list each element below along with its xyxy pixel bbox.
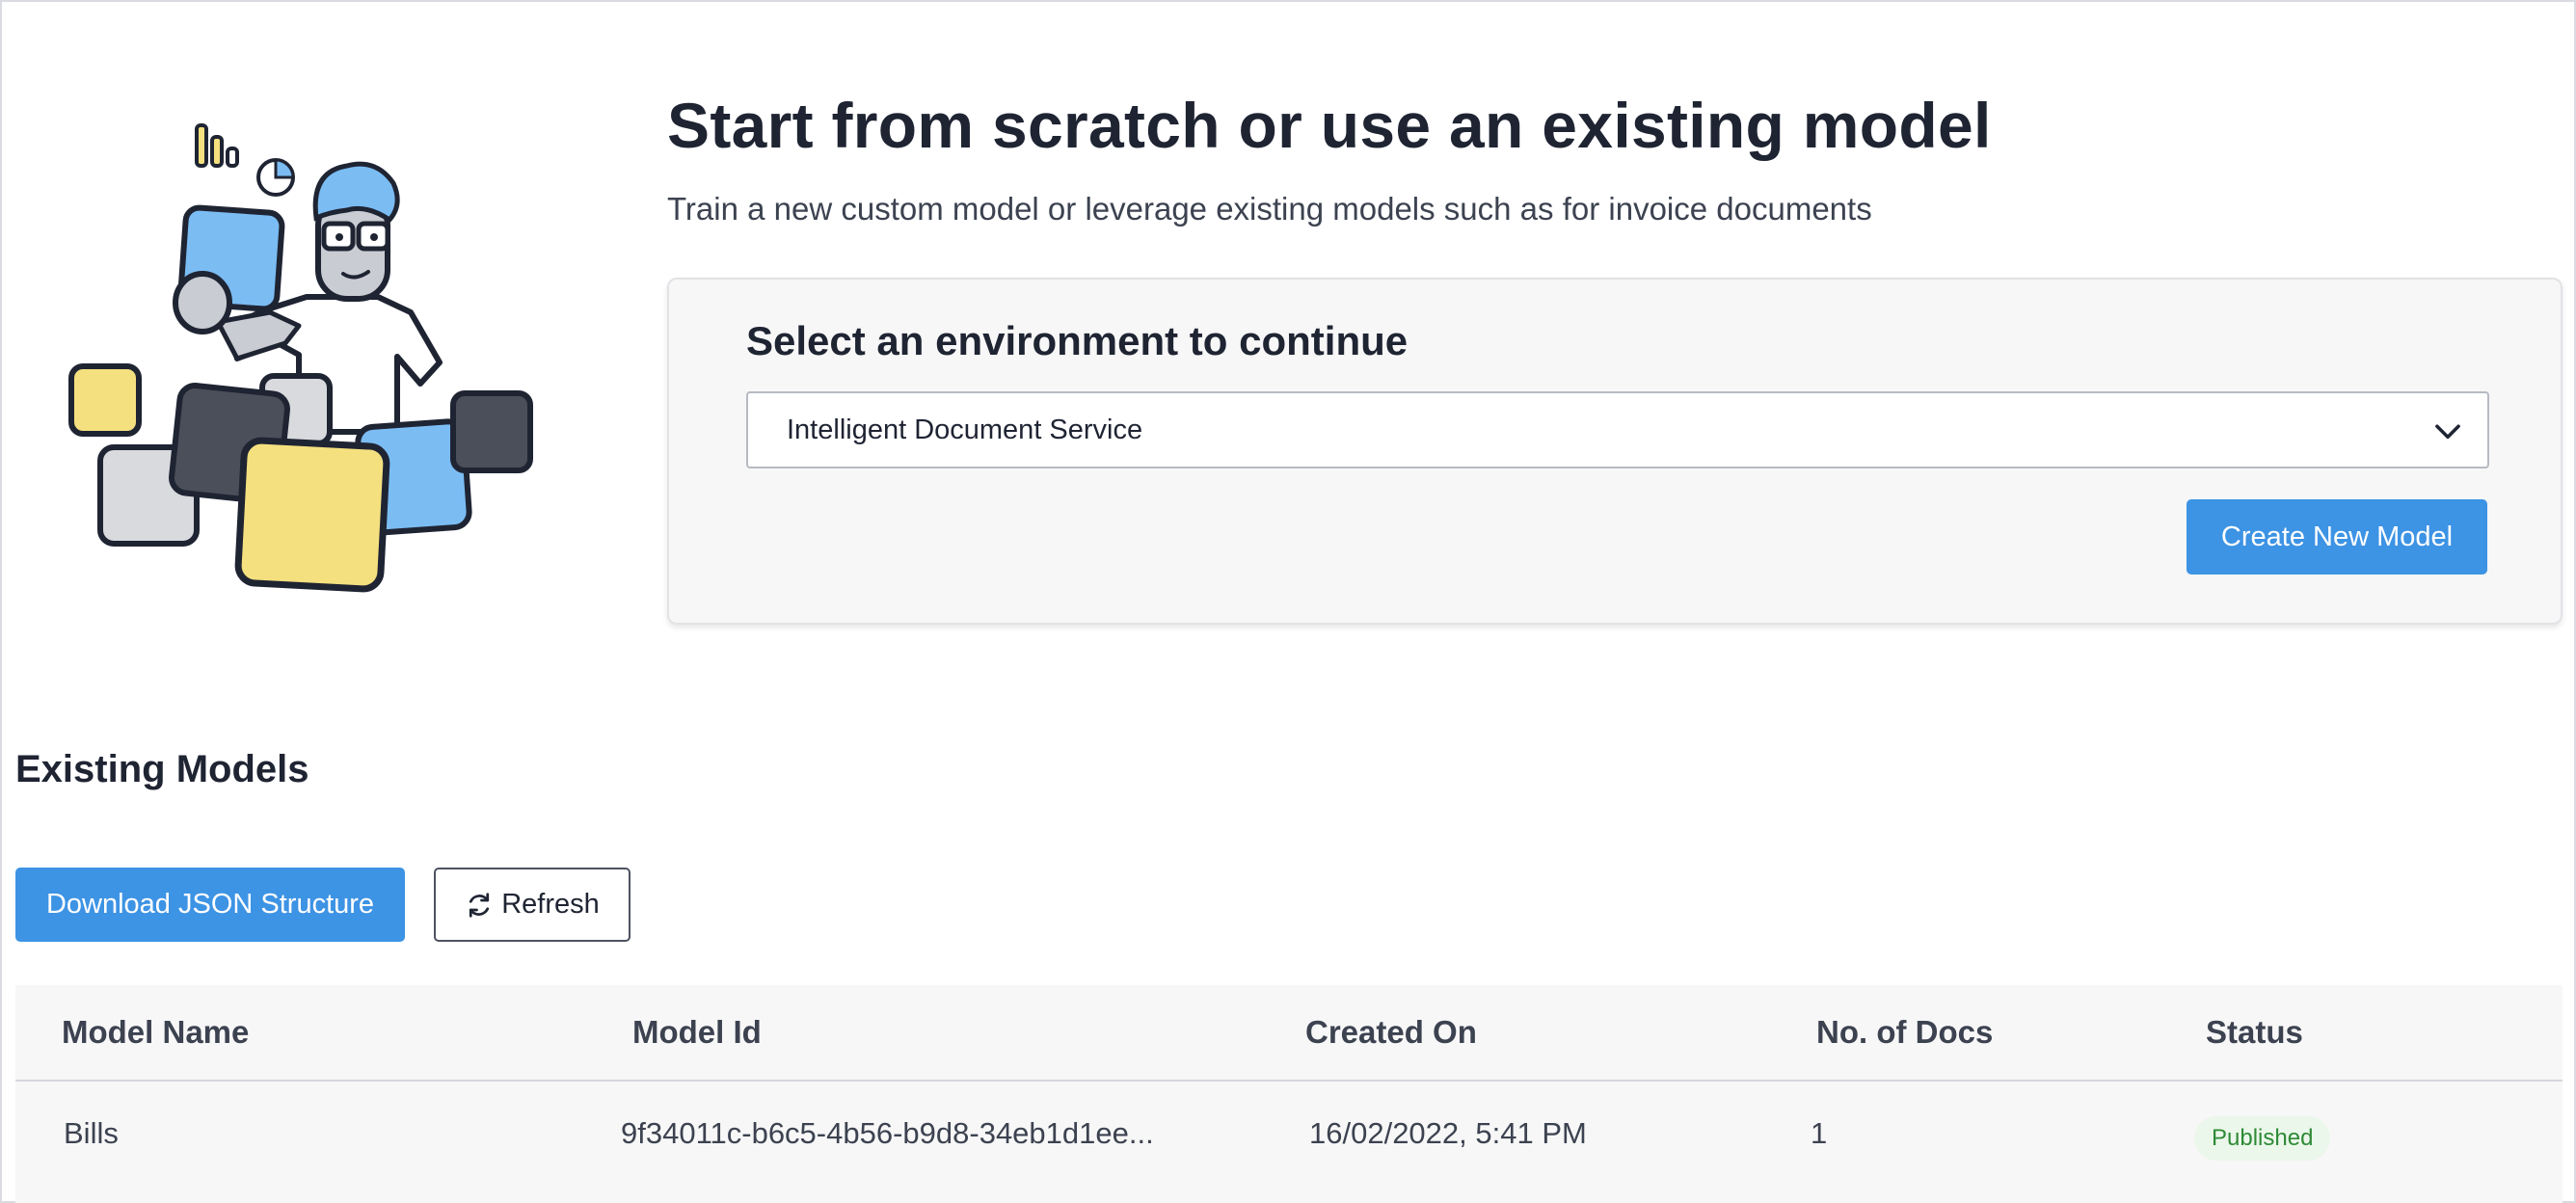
- chevron-down-icon: [2435, 424, 2460, 440]
- page-subtitle: Train a new custom model or leverage exi…: [667, 191, 1872, 227]
- environment-panel: Select an environment to continue Intell…: [667, 278, 2563, 625]
- cell-model-name: Bills: [64, 1116, 119, 1150]
- download-json-button[interactable]: Download JSON Structure: [15, 868, 405, 942]
- environment-select[interactable]: Intelligent Document Service: [746, 391, 2489, 468]
- status-badge: Published: [2194, 1116, 2331, 1161]
- column-header-no-of-docs[interactable]: No. of Docs: [1816, 1014, 1993, 1051]
- refresh-label: Refresh: [501, 889, 600, 920]
- models-table: Model Name Model Id Created On No. of Do…: [15, 985, 2563, 1203]
- environment-select-value: Intelligent Document Service: [787, 414, 1143, 445]
- column-header-model-id[interactable]: Model Id: [632, 1014, 762, 1051]
- cell-model-id: 9f34011c-b6c5-4b56-b9d8-34eb1d1ee...: [621, 1116, 1154, 1150]
- column-header-model-name[interactable]: Model Name: [62, 1014, 249, 1051]
- table-header: Model Name Model Id Created On No. of Do…: [15, 985, 2563, 1082]
- existing-models-title: Existing Models: [15, 748, 309, 790]
- table-row[interactable]: Bills 9f34011c-b6c5-4b56-b9d8-34eb1d1ee.…: [15, 1083, 2563, 1203]
- column-header-status[interactable]: Status: [2206, 1014, 2303, 1051]
- column-header-created-on[interactable]: Created On: [1305, 1014, 1477, 1051]
- bar-chart-icon: [195, 123, 239, 168]
- create-new-model-button[interactable]: Create New Model: [2187, 499, 2487, 575]
- refresh-button[interactable]: Refresh: [434, 868, 631, 942]
- page-title: Start from scratch or use an existing mo…: [667, 90, 1992, 161]
- cell-no-of-docs: 1: [1811, 1116, 1828, 1150]
- hero-illustration: [68, 123, 533, 593]
- cell-created-on: 16/02/2022, 5:41 PM: [1309, 1116, 1587, 1150]
- refresh-icon: [470, 892, 490, 918]
- environment-title: Select an environment to continue: [746, 318, 1409, 363]
- pie-chart-icon: [256, 158, 295, 197]
